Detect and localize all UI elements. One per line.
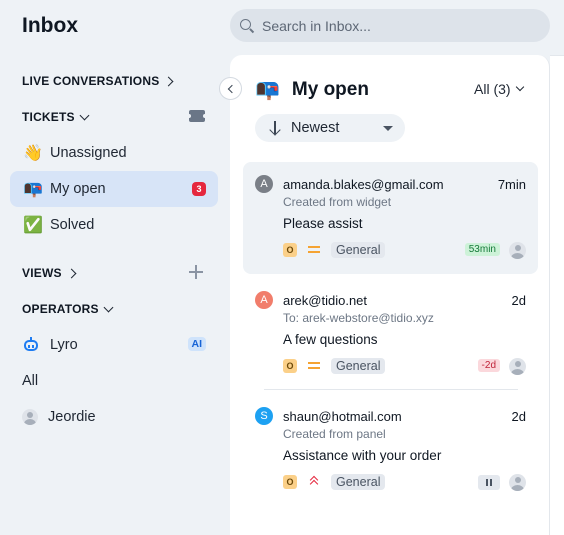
operator-item-all[interactable]: All: [10, 363, 218, 399]
page-title: 📭 My open: [255, 77, 369, 102]
conversation-time: 7min: [497, 177, 526, 192]
status-badge: O: [283, 243, 297, 257]
conversation-subject: Assistance with your order: [283, 448, 442, 463]
collapse-sidebar-button[interactable]: [219, 77, 242, 100]
assignee-avatar: [509, 474, 526, 491]
tickets-toggle[interactable]: TICKETS: [22, 110, 90, 124]
caret-down-icon: [383, 126, 393, 131]
conversation-item[interactable]: A amanda.blakes@gmail.com 7min Created f…: [243, 162, 538, 274]
ai-badge: AI: [187, 337, 206, 351]
contact-avatar: A: [255, 175, 273, 193]
sla-badge: -2d: [477, 359, 500, 372]
contact-email: amanda.blakes@gmail.com: [283, 177, 444, 192]
conversation-subject: Please assist: [283, 216, 363, 231]
filter-dropdown[interactable]: All (3): [474, 81, 524, 97]
mailbox-icon: 📭: [23, 181, 43, 198]
robot-icon: [22, 337, 40, 353]
live-conversations-toggle[interactable]: LIVE CONVERSATIONS: [22, 74, 174, 88]
operator-label: All: [22, 373, 39, 389]
department-tag: General: [331, 242, 386, 258]
conversation-item[interactable]: S shaun@hotmail.com 2d Created from pane…: [243, 394, 538, 506]
search-icon: [240, 18, 254, 33]
sidebar: Inbox LIVE CONVERSATIONS TICKETS 👋 Unass…: [0, 0, 230, 535]
inbox-title: Inbox: [22, 14, 78, 37]
page-title-text: My open: [291, 78, 369, 100]
chevron-right-icon: [66, 268, 77, 278]
pause-icon: [478, 475, 500, 490]
conversation-item[interactable]: A arek@tidio.net 2d To: arek-webstore@ti…: [243, 278, 538, 390]
conversation-time: 2d: [511, 293, 526, 308]
assignee-avatar: [509, 242, 526, 259]
chevron-down-icon: [79, 110, 90, 120]
views-label: VIEWS: [22, 266, 62, 280]
sidebar-item-label: Solved: [50, 217, 95, 233]
operator-item-jeordie[interactable]: Jeordie: [10, 399, 218, 435]
priority-medium-icon: [308, 362, 320, 370]
add-view-icon[interactable]: [189, 265, 203, 279]
arrow-down-icon: [269, 120, 281, 136]
department-tag: General: [331, 474, 386, 490]
ticket-meta: O General: [283, 473, 386, 491]
contact-avatar: S: [255, 407, 273, 425]
operators-toggle[interactable]: OPERATORS: [22, 302, 114, 316]
ticket-meta: O General: [283, 357, 386, 375]
sidebar-item-my-open[interactable]: 📭 My open 3: [10, 171, 218, 207]
search-bar[interactable]: [230, 9, 550, 42]
conversation-source: Created from panel: [283, 427, 386, 441]
sidebar-item-label: My open: [50, 181, 106, 197]
count-badge: 3: [192, 182, 206, 196]
sla-badge: 53min: [464, 243, 500, 256]
conversation-recipient: To: arek-webstore@tidio.xyz: [283, 311, 434, 325]
waving-hand-icon: 👋: [23, 145, 43, 162]
contact-email: shaun@hotmail.com: [283, 409, 402, 424]
chevron-left-icon: [227, 84, 237, 93]
ticket-meta: O General: [283, 241, 386, 259]
status-badge: O: [283, 475, 297, 489]
conversation-time: 2d: [511, 409, 526, 424]
conversation-subject: A few questions: [283, 332, 378, 347]
live-conversations-label: LIVE CONVERSATIONS: [22, 74, 160, 88]
views-toggle[interactable]: VIEWS: [22, 266, 77, 280]
divider: [264, 389, 518, 390]
mailbox-icon: 📭: [255, 79, 280, 101]
assignee-avatar: [509, 358, 526, 375]
contact-avatar: A: [255, 291, 273, 309]
status-badge: O: [283, 359, 297, 373]
sort-dropdown[interactable]: Newest: [255, 114, 405, 142]
ticket-icon[interactable]: [187, 110, 207, 122]
sidebar-item-unassigned[interactable]: 👋 Unassigned: [10, 135, 218, 171]
operator-item-lyro[interactable]: Lyro AI: [10, 327, 218, 363]
operator-label: Lyro: [50, 337, 78, 353]
operator-label: Jeordie: [48, 409, 96, 425]
sidebar-item-solved[interactable]: ✅ Solved: [10, 207, 218, 243]
priority-medium-icon: [308, 246, 320, 254]
chevron-down-icon: [103, 302, 114, 312]
check-mark-icon: ✅: [23, 217, 43, 234]
search-input[interactable]: [262, 17, 532, 34]
operators-label: OPERATORS: [22, 302, 99, 316]
detail-pane-edge: [550, 55, 564, 535]
contact-email: arek@tidio.net: [283, 293, 368, 308]
priority-high-icon: [308, 475, 320, 489]
department-tag: General: [331, 358, 386, 374]
filter-label: All (3): [474, 81, 511, 97]
sort-label: Newest: [291, 120, 340, 136]
chevron-down-icon: [515, 82, 524, 92]
conversation-source: Created from widget: [283, 195, 392, 209]
user-avatar: [22, 409, 38, 425]
tickets-label: TICKETS: [22, 110, 75, 124]
chevron-right-icon: [163, 76, 174, 86]
sidebar-item-label: Unassigned: [50, 145, 127, 161]
